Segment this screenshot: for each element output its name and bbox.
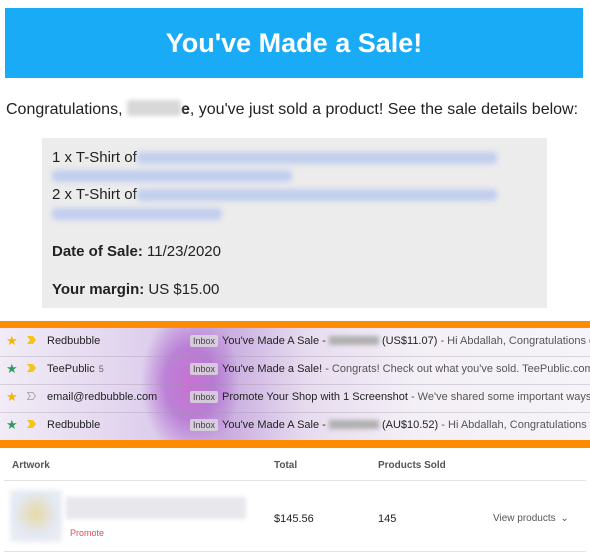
mail-row[interactable]: ★ Redbubble Inbox You've Made A Sale - (… xyxy=(0,328,590,357)
inbox-label: Inbox xyxy=(190,363,219,375)
blurred-text xyxy=(328,420,379,429)
blurred-text xyxy=(328,336,379,345)
sale-details-box: 1 x T-Shirt of 2 x T-Shirt of Date of Sa… xyxy=(42,138,547,308)
star-icon[interactable]: ★ xyxy=(6,361,18,377)
mail-sender: email@redbubble.com xyxy=(47,391,158,403)
products-sold-value: 145 xyxy=(378,513,397,525)
item-line-2: 2 x T-Shirt of xyxy=(52,186,137,203)
promote-link[interactable]: Promote xyxy=(70,528,104,538)
your-margin: Your margin: US $15.00 xyxy=(52,281,220,298)
mail-sender: Redbubble xyxy=(47,419,101,431)
item-line-1: 1 x T-Shirt of xyxy=(52,149,137,166)
inbox-label: Inbox xyxy=(190,419,219,431)
mail-snippet: You've Made A Sale - (AU$10.52) - Hi Abd… xyxy=(222,419,590,431)
mail-row[interactable]: ★ Redbubble Inbox You've Made A Sale - (… xyxy=(0,412,590,440)
inbox-list: ★ Redbubble Inbox You've Made A Sale - (… xyxy=(0,328,590,440)
star-icon[interactable]: ★ xyxy=(6,389,18,405)
inbox-label: Inbox xyxy=(190,391,219,403)
column-header-total: Total xyxy=(274,460,298,471)
greeting-text: Congratulations, e, you've just sold a p… xyxy=(6,100,579,118)
inbox-strip: ★ Redbubble Inbox You've Made A Sale - (… xyxy=(0,321,590,448)
mail-snippet: Promote Your Shop with 1 Screenshot - We… xyxy=(222,391,590,403)
column-header-products-sold: Products Sold xyxy=(378,460,446,471)
mail-sender: Redbubble xyxy=(47,335,101,347)
star-icon[interactable]: ★ xyxy=(6,333,18,349)
blurred-product-title xyxy=(137,189,497,201)
inbox-label: Inbox xyxy=(190,335,219,347)
mail-sender: TeePublic 5 xyxy=(47,363,104,375)
mail-row[interactable]: ★ TeePublic 5 Inbox You've Made a Sale! -… xyxy=(0,356,590,385)
sale-banner: You've Made a Sale! xyxy=(5,8,583,78)
date-of-sale: Date of Sale: 11/23/2020 xyxy=(52,243,221,260)
divider xyxy=(4,551,586,552)
importance-marker-icon[interactable] xyxy=(27,392,36,400)
blurred-product-title xyxy=(52,208,222,220)
total-value: $145.56 xyxy=(274,513,314,525)
star-icon[interactable]: ★ xyxy=(6,417,18,433)
artwork-thumbnail[interactable] xyxy=(10,490,62,542)
blurred-product-title xyxy=(52,170,292,182)
banner-title: You've Made a Sale! xyxy=(165,27,423,58)
chevron-down-icon: ⌄ xyxy=(560,513,569,524)
mail-row[interactable]: ★ email@redbubble.com Inbox Promote Your… xyxy=(0,384,590,413)
blurred-product-name xyxy=(66,497,246,519)
mail-snippet: You've Made A Sale - (US$11.07) - Hi Abd… xyxy=(222,335,590,347)
column-header-artwork: Artwork xyxy=(12,460,50,471)
blurred-name xyxy=(126,100,181,116)
blurred-product-title xyxy=(137,152,497,164)
mail-snippet: You've Made a Sale! - Congrats! Check ou… xyxy=(222,363,590,375)
view-products-button[interactable]: View products ⌄ xyxy=(493,513,569,524)
divider xyxy=(4,480,586,481)
importance-marker-icon[interactable] xyxy=(27,336,36,344)
thread-count: 5 xyxy=(98,364,104,374)
importance-marker-icon[interactable] xyxy=(27,364,36,372)
importance-marker-icon[interactable] xyxy=(27,420,36,428)
